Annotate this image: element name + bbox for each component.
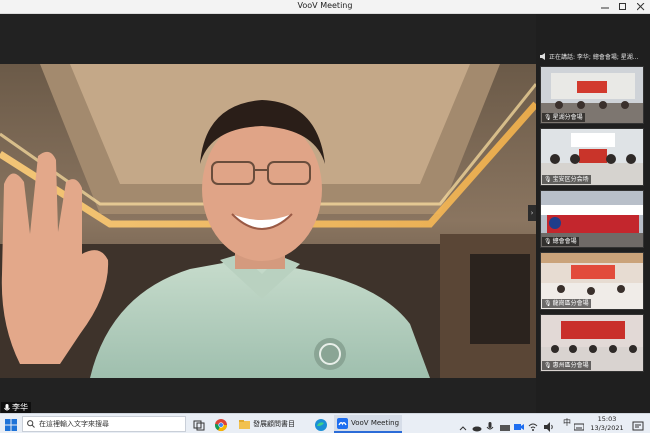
- windows-logo-icon: [5, 419, 17, 431]
- input-language-indicator[interactable]: 中: [563, 417, 571, 428]
- maximize-icon: [619, 3, 626, 10]
- wifi-icon: [528, 423, 538, 431]
- minimize-icon: [601, 7, 609, 9]
- thumbnail-label: 🎙 龍崗區分會場: [542, 299, 591, 308]
- input-method-tray-icon[interactable]: [573, 417, 585, 431]
- notifications-button[interactable]: [632, 418, 644, 431]
- main-video-feed: [0, 64, 536, 378]
- app-root: VooV Meeting 李华 › 正在講話: 李华; 總會會場; 星湖... …: [0, 0, 650, 433]
- maximize-button[interactable]: [614, 0, 632, 14]
- participant-sidebar: 正在講話: 李华; 總會會場; 星湖... 🎙 星湖分會場 🎙 宝安区分会场 🎙 總會…: [536, 14, 650, 414]
- close-icon: [637, 3, 645, 11]
- notification-icon: [632, 421, 644, 431]
- participant-thumbnail[interactable]: 🎙 惠州區分會場: [540, 314, 644, 372]
- speaker-volume-icon: [540, 52, 545, 60]
- task-view-button[interactable]: [192, 417, 206, 431]
- chrome-icon: [215, 419, 227, 432]
- collapse-sidebar-button[interactable]: ›: [528, 205, 536, 221]
- participant-thumbnail[interactable]: 🎙 總會會場: [540, 190, 644, 248]
- clock-time: 15:03: [597, 415, 617, 423]
- search-icon: [27, 420, 35, 428]
- search-placeholder: 在這裡輸入文字來搜尋: [39, 420, 109, 428]
- microphone-icon: 🎙: [544, 238, 552, 245]
- voov-logo-icon: [337, 417, 348, 429]
- taskbar-clock[interactable]: 15:03 13/3/2021: [586, 415, 628, 433]
- keyboard-icon: [573, 423, 585, 431]
- show-hidden-icons-button[interactable]: [459, 417, 470, 431]
- speaking-text: 正在講話: 李华; 總會會場; 星湖...: [549, 53, 639, 61]
- title-bar: VooV Meeting: [0, 0, 650, 14]
- speaker-volume-icon: [544, 422, 553, 432]
- thumbnail-label: 🎙 宝安区分会场: [542, 175, 591, 184]
- start-button[interactable]: [4, 417, 18, 431]
- thumbnail-label: 🎙 總會會場: [542, 237, 579, 246]
- microphone-icon: [4, 404, 10, 411]
- volume-tray-icon[interactable]: [544, 417, 555, 432]
- edge-icon: [315, 419, 327, 431]
- chevron-up-icon: [459, 426, 467, 431]
- task-view-icon: [193, 420, 205, 431]
- storage-tray-icon[interactable]: [500, 417, 511, 431]
- participant-thumbnail[interactable]: 🎙 龍崗區分會場: [540, 252, 644, 310]
- microphone-icon: 🎙: [544, 362, 552, 369]
- chrome-taskbar-button[interactable]: [214, 417, 228, 432]
- close-button[interactable]: [632, 0, 650, 14]
- participant-thumbnail[interactable]: 🎙 宝安区分会场: [540, 128, 644, 186]
- microphone-icon: 🎙: [544, 176, 552, 183]
- folder-icon: [239, 419, 250, 429]
- meeting-tray-icon[interactable]: [514, 417, 525, 431]
- network-tray-icon[interactable]: [528, 417, 539, 431]
- microphone-icon: 🎙: [544, 114, 552, 121]
- minimize-button[interactable]: [596, 0, 614, 14]
- windows-taskbar: 在這裡輸入文字來搜尋 發展顧問書目 VooV Meeting 中 15:03 1…: [0, 413, 650, 433]
- main-video-area: 李华: [0, 14, 536, 414]
- cloud-icon: [472, 426, 482, 432]
- participant-thumbnail[interactable]: 🎙 星湖分會場: [540, 66, 644, 124]
- taskbar-search-box[interactable]: 在這裡輸入文字來搜尋: [22, 416, 186, 432]
- cloud-tray-icon[interactable]: [472, 417, 483, 432]
- window-title: VooV Meeting: [297, 1, 353, 10]
- microphone-tray-icon[interactable]: [486, 417, 497, 431]
- taskbar-app-document[interactable]: 發展顧問書目: [236, 415, 298, 433]
- microphone-icon: [486, 422, 494, 430]
- edge-taskbar-button[interactable]: [314, 417, 328, 431]
- thumbnail-label: 🎙 惠州區分會場: [542, 361, 591, 370]
- drive-icon: [500, 425, 510, 431]
- clock-date: 13/3/2021: [590, 424, 624, 432]
- microphone-icon: 🎙: [544, 300, 552, 307]
- taskbar-app-voov[interactable]: VooV Meeting: [334, 415, 403, 433]
- thumbnail-label: 🎙 星湖分會場: [542, 113, 585, 122]
- speaking-indicator: 正在講話: 李华; 總會會場; 星湖...: [540, 51, 648, 61]
- camera-icon: [514, 424, 524, 430]
